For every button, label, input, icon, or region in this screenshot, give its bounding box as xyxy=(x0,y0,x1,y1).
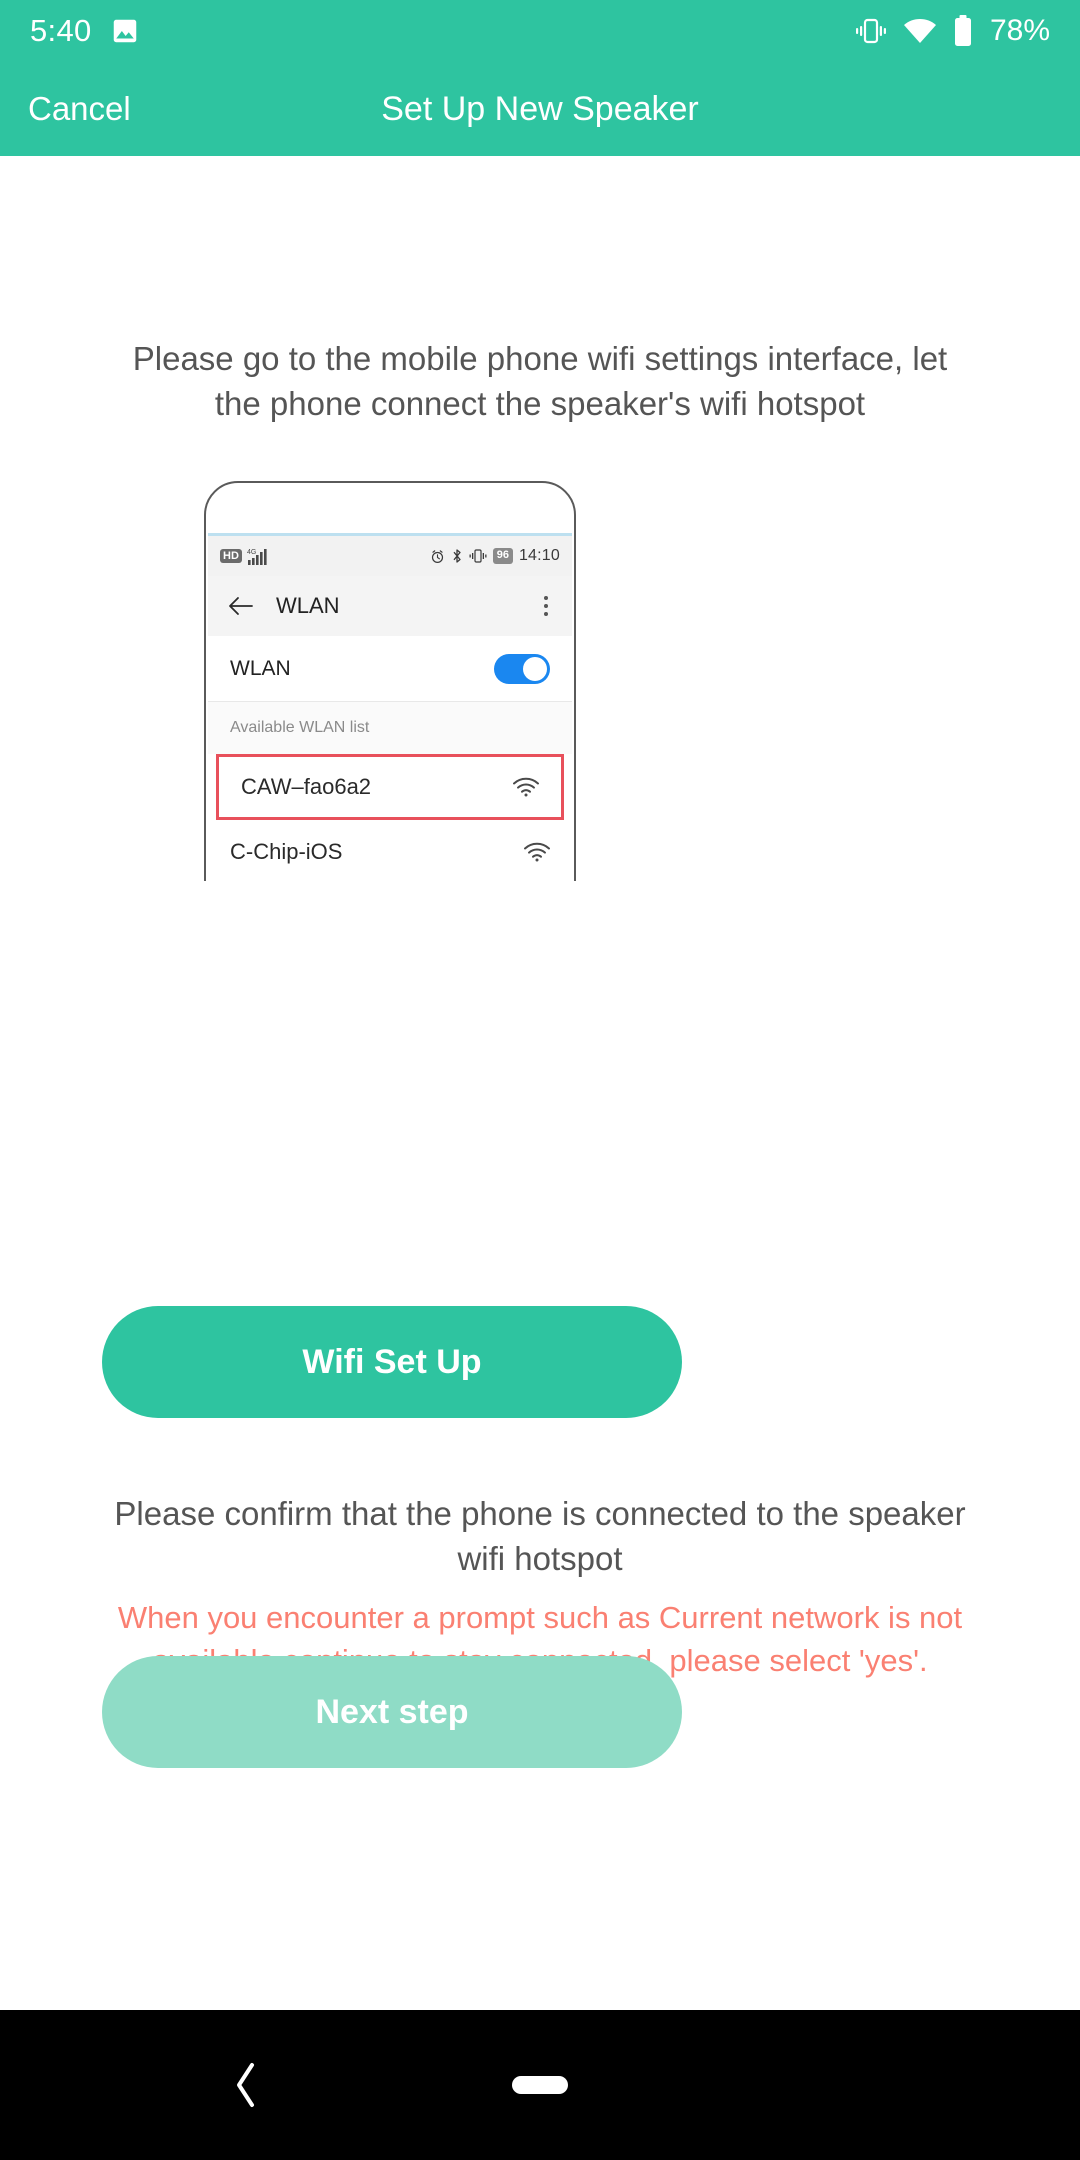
system-navigation-bar xyxy=(0,2010,1080,2160)
phone-mockup-illustration: HD 4G 96 14:10 WLAN WLAN Available WLAN … xyxy=(204,481,576,881)
mock-status-left: HD 4G xyxy=(220,546,277,566)
mock-app-bar: WLAN xyxy=(208,576,572,636)
mock-available-list-label: Available WLAN list xyxy=(230,719,370,736)
vibrate-icon xyxy=(854,16,888,46)
cancel-button[interactable]: Cancel xyxy=(0,90,131,128)
mock-app-bar-title: WLAN xyxy=(276,593,340,618)
overflow-menu-icon[interactable] xyxy=(544,596,552,616)
wifi-set-up-button[interactable]: Wifi Set Up xyxy=(102,1306,682,1418)
status-bar-right: 78% xyxy=(854,14,1050,48)
mock-vibrate-icon xyxy=(469,548,487,564)
hd-icon: HD xyxy=(220,548,242,564)
status-bar-left: 5:40 xyxy=(30,13,140,49)
app-screen: 5:40 78% Cancel Set Up New Speaker Pleas… xyxy=(0,0,1080,2160)
mock-wifi-row[interactable]: C-Chip-iOS xyxy=(208,820,572,881)
mock-wifi-ssid: C-Chip-iOS xyxy=(230,839,343,864)
mock-wlan-toggle-row[interactable]: WLAN xyxy=(208,636,572,702)
wlan-toggle-switch[interactable] xyxy=(494,653,550,684)
mock-battery-icon: 96 xyxy=(492,548,513,564)
mock-status-right: 96 14:10 xyxy=(430,547,560,565)
battery-percent-label: 78% xyxy=(989,14,1050,47)
wifi-icon xyxy=(902,16,938,46)
phone-screen: HD 4G 96 14:10 WLAN WLAN Available WLAN … xyxy=(208,533,572,881)
confirm-text: Please confirm that the phone is connect… xyxy=(114,1495,966,1577)
nav-home-pill[interactable] xyxy=(512,2076,568,2094)
wifi-signal-icon xyxy=(513,777,539,797)
next-step-button[interactable]: Next step xyxy=(102,1656,682,1768)
main-content: Please go to the mobile phone wifi setti… xyxy=(0,156,1080,2010)
bluetooth-icon xyxy=(451,548,463,564)
mock-status-bar: HD 4G 96 14:10 xyxy=(208,536,572,576)
mock-clock: 14:10 xyxy=(518,547,560,564)
mock-wifi-row-highlighted[interactable]: CAW–fao6a2 xyxy=(216,754,564,820)
app-bar: Cancel Set Up New Speaker xyxy=(0,62,1080,156)
battery-icon xyxy=(952,15,974,47)
system-status-bar: 5:40 78% xyxy=(0,0,1080,62)
svg-text:4G: 4G xyxy=(247,549,256,556)
status-clock: 5:40 xyxy=(30,13,92,48)
mock-wifi-ssid: CAW–fao6a2 xyxy=(241,774,372,799)
image-icon xyxy=(110,16,140,46)
mock-available-list-header: Available WLAN list xyxy=(208,702,572,754)
page-title: Set Up New Speaker xyxy=(381,89,699,128)
alarm-icon xyxy=(430,549,445,564)
back-arrow-icon[interactable] xyxy=(228,595,254,617)
wifi-signal-icon xyxy=(524,842,550,862)
phone-body: HD 4G 96 14:10 WLAN WLAN Available WLAN … xyxy=(204,481,576,881)
nav-back-icon[interactable] xyxy=(232,2061,262,2109)
mock-wlan-toggle-label: WLAN xyxy=(230,656,291,680)
instruction-text: Please go to the mobile phone wifi setti… xyxy=(132,340,948,422)
signal-bars-icon: 4G xyxy=(247,546,277,566)
